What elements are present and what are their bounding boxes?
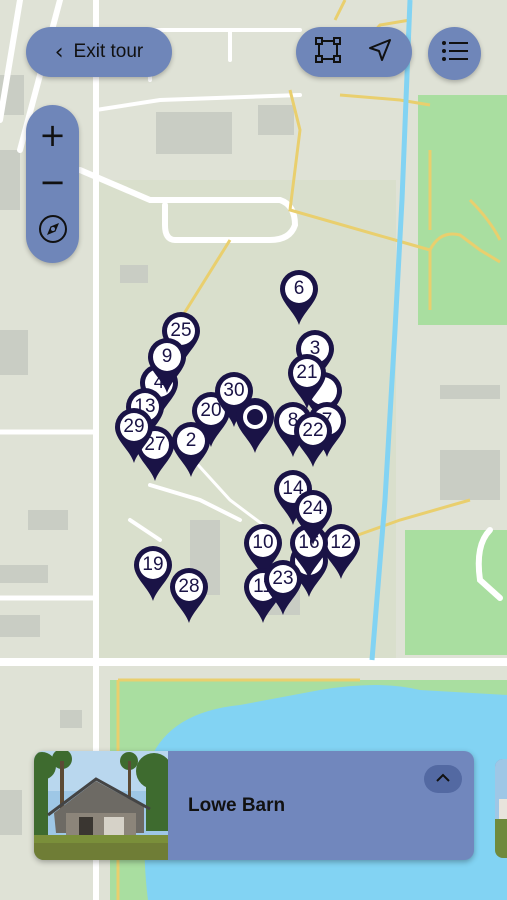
pin-number: 24 [302,498,324,519]
pin-number: 29 [123,416,145,437]
zoom-in-button[interactable]: + [39,119,66,151]
map-pin[interactable]: 2 [170,420,212,478]
chevron-up-icon [435,770,451,788]
zoom-out-button[interactable]: − [39,166,66,198]
current-location-pin[interactable] [234,396,276,454]
pin-number: 28 [178,576,200,597]
chevron-left-icon: ‹ [54,39,64,65]
map-pin[interactable]: 29 [113,406,155,464]
exit-tour-button[interactable]: ‹ Exit tour [26,27,172,77]
pin-number: 9 [161,346,173,367]
pin-number: 2 [185,430,197,451]
select-area-icon[interactable] [315,36,341,68]
pin-number: 23 [272,568,294,589]
map-pin[interactable]: 22 [292,410,334,468]
tour-stop-card[interactable]: Lowe Barn [34,751,474,860]
exit-tour-label: Exit tour [73,41,144,62]
zoom-controls: + − [26,105,79,263]
list-view-button[interactable] [428,27,481,80]
pin-number: 6 [293,278,305,299]
map-pin[interactable]: 28 [168,566,210,624]
map-pin[interactable]: 24 [292,488,334,546]
map-pin[interactable]: 23 [262,558,304,616]
pin-number: 22 [302,420,324,441]
map-tools-group [296,27,412,77]
pin-number: 10 [252,532,274,553]
map-pin[interactable]: 6 [278,268,320,326]
next-stop-card[interactable] [495,759,507,858]
list-icon [441,40,469,67]
expand-card-button[interactable] [424,765,462,793]
stop-title: Lowe Barn [188,795,286,816]
navigate-arrow-icon[interactable] [367,37,393,68]
next-stop-photo [495,759,507,858]
pin-number: 21 [296,362,318,383]
compass-icon[interactable] [38,214,68,249]
stop-photo [34,751,168,860]
